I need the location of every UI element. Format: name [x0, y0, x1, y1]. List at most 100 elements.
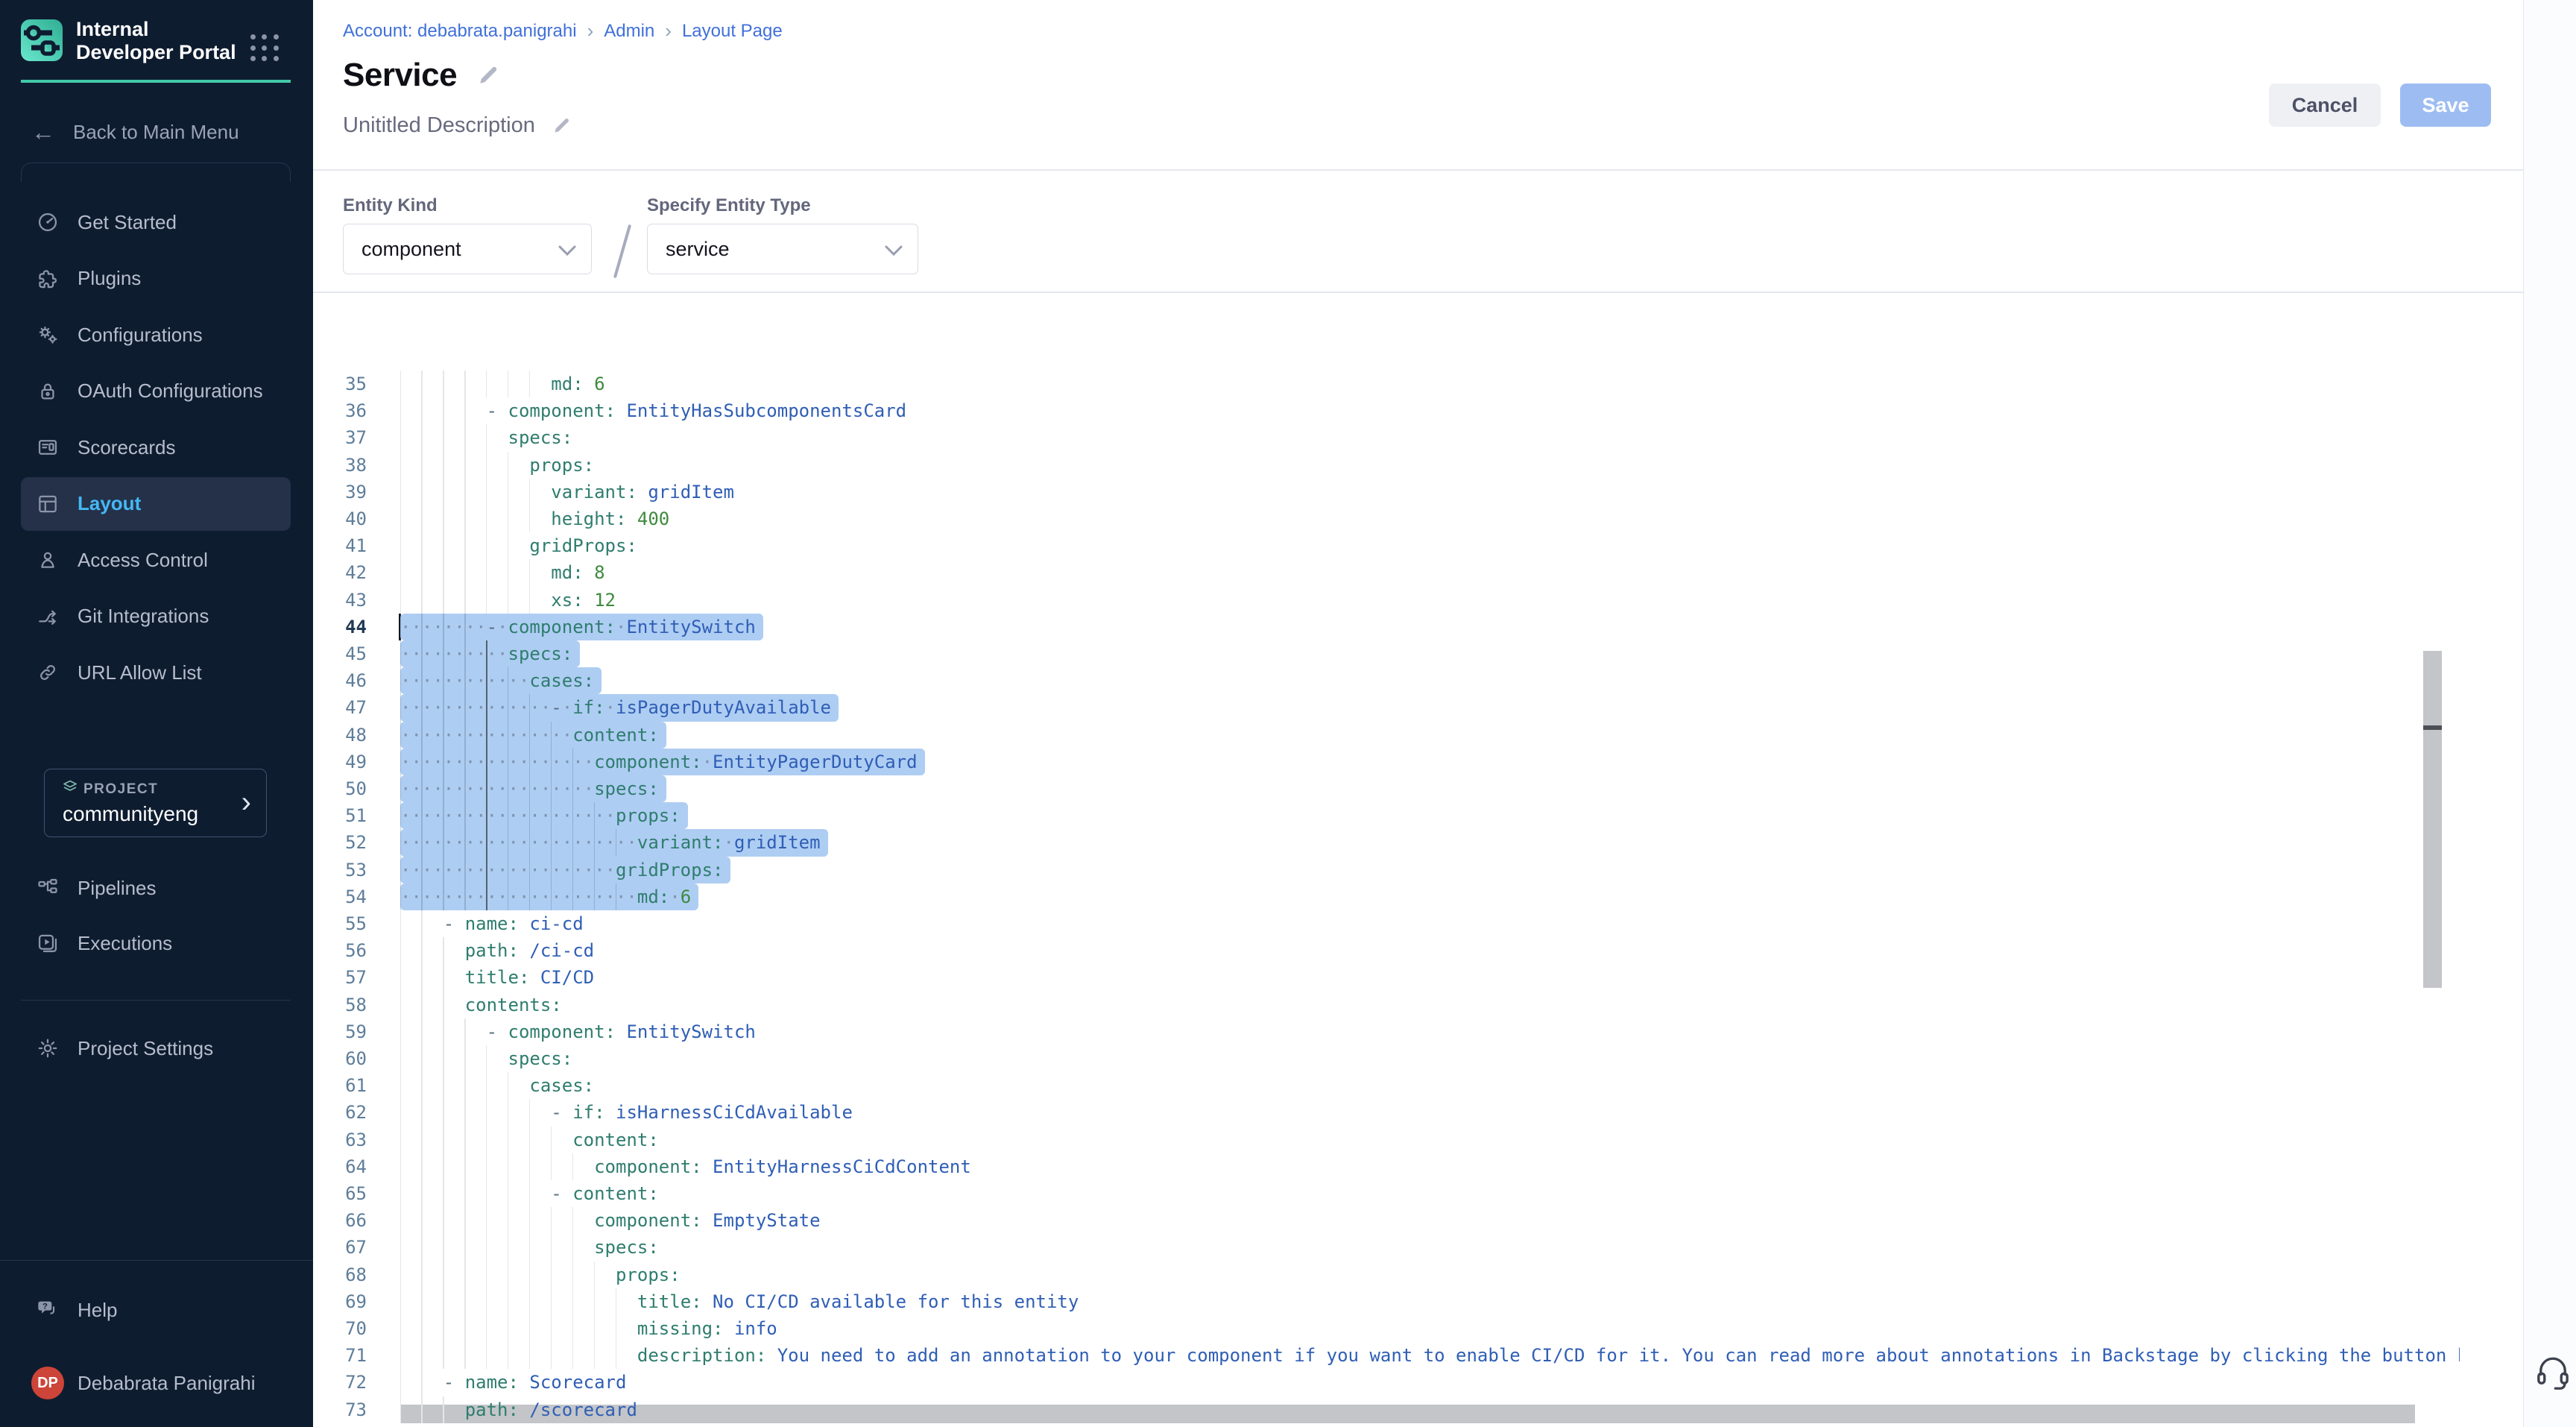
code-line-59[interactable]: 59 - component: EntitySwitch — [313, 1018, 2460, 1045]
breadcrumb-account[interactable]: Account: debabrata.panigrahi — [343, 21, 577, 42]
back-to-main-menu[interactable]: ← Back to Main Menu — [21, 112, 291, 152]
indent-guide — [464, 640, 465, 667]
code-line-64[interactable]: 64 component: EntityHarnessCiCdContent — [313, 1153, 2460, 1180]
sidebar-item-layout[interactable]: Layout — [21, 477, 291, 531]
code-line-44[interactable]: 44········-·component:·EntitySwitch — [313, 614, 2460, 640]
code-line-52[interactable]: 52······················variant:·gridIte… — [313, 829, 2460, 856]
indent-guide — [421, 532, 422, 559]
indent-guide — [421, 1072, 422, 1099]
indent-guide — [464, 1045, 465, 1072]
indent-guide — [529, 775, 530, 802]
indent-guide — [551, 802, 552, 829]
indent-guide — [464, 614, 465, 640]
sidebar-item-oauth-configurations[interactable]: OAuth Configurations — [21, 365, 291, 418]
code-line-47[interactable]: 47··············-·if:·isPagerDutyAvailab… — [313, 694, 2460, 721]
code-line-58[interactable]: 58 contents: — [313, 992, 2460, 1018]
indent-guide — [464, 1099, 465, 1126]
code-line-36[interactable]: 36 - component: EntityHasSubcomponentsCa… — [313, 397, 2460, 424]
code-line-42[interactable]: 42 md: 8 — [313, 559, 2460, 586]
cancel-button[interactable]: Cancel — [2269, 84, 2381, 127]
code-line-49[interactable]: 49··················component:·EntityPag… — [313, 749, 2460, 775]
line-number: 68 — [313, 1261, 367, 1288]
sidebar-item-url-allow-list[interactable]: URL Allow List — [21, 646, 291, 699]
code-line-63[interactable]: 63 content: — [313, 1127, 2460, 1153]
sidebar-item-project-settings[interactable]: Project Settings — [21, 1021, 291, 1075]
page-gutter — [2523, 0, 2576, 1427]
code-line-51[interactable]: 51····················props: — [313, 802, 2460, 829]
code-line-68[interactable]: 68 props: — [313, 1261, 2460, 1288]
indent-guide — [529, 1153, 530, 1180]
code-line-40[interactable]: 40 height: 400 — [313, 505, 2460, 532]
code-line-46[interactable]: 46············cases: — [313, 667, 2460, 694]
indent-guide — [421, 1315, 422, 1342]
indent-guide — [421, 802, 422, 829]
indent-guide — [400, 614, 401, 640]
user-menu[interactable]: DP Debabrata Panigrahi — [21, 1356, 291, 1410]
breadcrumb-layout-page[interactable]: Layout Page — [682, 21, 783, 42]
indent-guide — [529, 1207, 530, 1234]
app-switcher-icon[interactable] — [250, 34, 280, 63]
sidebar-item-help[interactable]: ? Help — [21, 1283, 291, 1337]
code-line-38[interactable]: 38 props: — [313, 452, 2460, 479]
indent-guide — [400, 479, 401, 505]
sidebar-item-executions[interactable]: Executions — [21, 916, 291, 970]
sidebar-item-get-started[interactable]: Get Started — [21, 195, 291, 249]
indent-guide — [572, 1288, 573, 1315]
scorecards-icon — [36, 435, 60, 459]
code-line-69[interactable]: 69 title: No CI/CD available for this en… — [313, 1288, 2460, 1315]
indent-guide — [400, 1018, 401, 1045]
code-line-39[interactable]: 39 variant: gridItem — [313, 479, 2460, 505]
indent-guide — [421, 1207, 422, 1234]
code-line-35[interactable]: 35 md: 6 — [313, 371, 2460, 397]
code-line-67[interactable]: 67 specs: — [313, 1234, 2460, 1261]
indent-guide — [486, 1153, 487, 1180]
code-line-55[interactable]: 55 - name: ci-cd — [313, 910, 2460, 937]
controls-divider — [313, 292, 2523, 293]
project-selector[interactable]: PROJECT communityeng › — [44, 769, 267, 837]
sidebar-item-plugins[interactable]: Plugins — [21, 252, 291, 306]
code-line-62[interactable]: 62 - if: isHarnessCiCdAvailable — [313, 1099, 2460, 1126]
code-line-48[interactable]: 48················content: — [313, 722, 2460, 749]
line-number: 46 — [313, 667, 367, 694]
indent-guide — [464, 1153, 465, 1180]
indent-guide — [400, 424, 401, 451]
indent-guide — [400, 964, 401, 991]
code-line-56[interactable]: 56 path: /ci-cd — [313, 937, 2460, 964]
code-line-53[interactable]: 53····················gridProps: — [313, 857, 2460, 883]
code-line-60[interactable]: 60 specs: — [313, 1045, 2460, 1072]
code-line-66[interactable]: 66 component: EmptyState — [313, 1207, 2460, 1234]
code-line-71[interactable]: 71 description: You need to add an annot… — [313, 1342, 2460, 1369]
code-line-65[interactable]: 65 - content: — [313, 1180, 2460, 1207]
indent-guide — [400, 775, 401, 802]
code-line-45[interactable]: 45··········specs: — [313, 640, 2460, 667]
code-line-50[interactable]: 50··················specs: — [313, 775, 2460, 802]
indent-guide — [551, 1127, 552, 1153]
code-line-61[interactable]: 61 cases: — [313, 1072, 2460, 1099]
sidebar-item-git-integrations[interactable]: Git Integrations — [21, 590, 291, 643]
sidebar-item-pipelines[interactable]: Pipelines — [21, 861, 291, 915]
code-line-54[interactable]: 54······················md:·6 — [313, 883, 2460, 910]
entity-kind-select[interactable]: component — [343, 224, 592, 274]
code-line-70[interactable]: 70 missing: info — [313, 1315, 2460, 1342]
sidebar-item-configurations[interactable]: Configurations — [21, 308, 291, 362]
edit-description-icon[interactable] — [552, 116, 572, 136]
code-line-41[interactable]: 41 gridProps: — [313, 532, 2460, 559]
indent-guide — [400, 1234, 401, 1261]
code-line-57[interactable]: 57 title: CI/CD — [313, 964, 2460, 991]
code-line-73[interactable]: 73 path: /scorecard — [313, 1396, 2460, 1423]
indent-guide — [400, 1261, 401, 1288]
breadcrumb-admin[interactable]: Admin — [604, 21, 654, 42]
yaml-code-editor[interactable]: 35 md: 636 - component: EntityHasSubcomp… — [313, 365, 2460, 1427]
edit-title-icon[interactable] — [476, 63, 500, 87]
indent-guide — [529, 559, 530, 586]
entity-type-select[interactable]: service — [647, 224, 918, 274]
code-line-72[interactable]: 72 - name: Scorecard — [313, 1369, 2460, 1396]
code-line-37[interactable]: 37 specs: — [313, 424, 2460, 451]
indent-guide — [464, 532, 465, 559]
sidebar-item-scorecards[interactable]: Scorecards — [21, 420, 291, 474]
support-headset-icon[interactable] — [2534, 1354, 2572, 1391]
sidebar-item-access-control[interactable]: Access Control — [21, 533, 291, 587]
code-text: gridProps: — [400, 532, 637, 559]
save-button[interactable]: Save — [2400, 84, 2491, 127]
code-line-43[interactable]: 43 xs: 12 — [313, 587, 2460, 614]
